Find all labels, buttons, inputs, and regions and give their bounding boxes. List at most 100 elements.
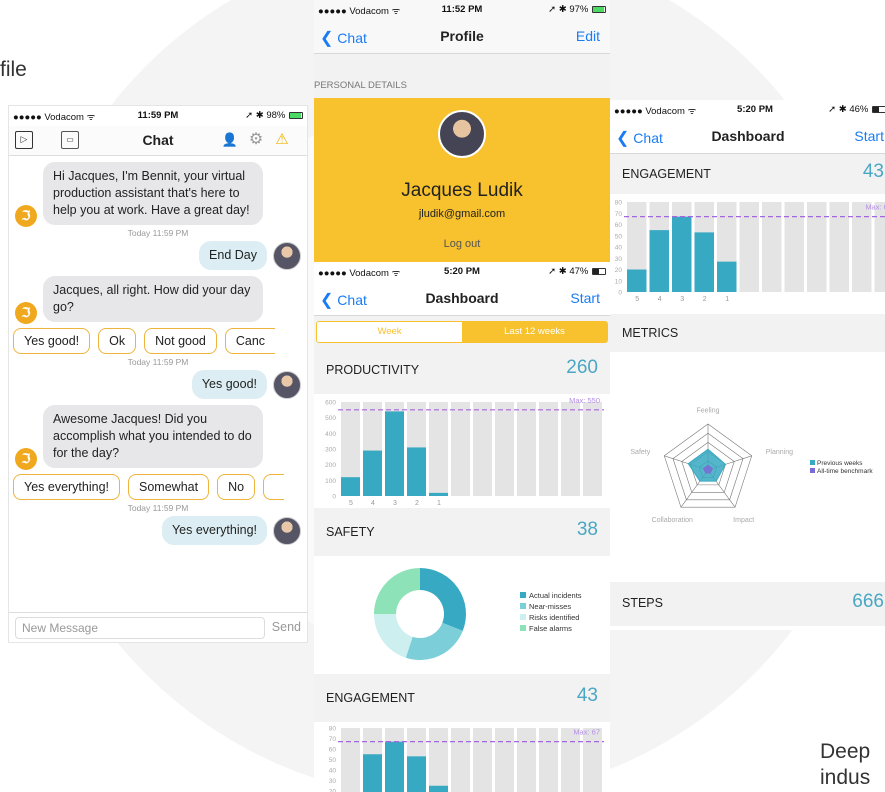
- avatar: [273, 516, 301, 545]
- y-tick-label: 20: [329, 789, 337, 792]
- warning-icon[interactable]: ⚠: [273, 131, 291, 149]
- period-segmented-control: Week Last 12 weeks: [316, 321, 608, 343]
- battery-text: ➚ ✱ 46%: [828, 104, 869, 115]
- tab-last-12-weeks[interactable]: Last 12 weeks: [462, 322, 607, 342]
- message-text: Hi Jacques, I'm Bennit, your virtual pro…: [53, 169, 250, 217]
- user-message: Yes everything!: [161, 516, 267, 545]
- bar: [429, 785, 448, 792]
- max-label: Max: 550: [569, 396, 600, 405]
- max-label: Max: 67: [865, 203, 885, 212]
- reply-yes-good[interactable]: Yes good!: [13, 328, 91, 354]
- legend-swatch: [520, 592, 526, 598]
- y-tick-label: 30: [615, 256, 623, 263]
- dashboard-screen: ●●●●● Vodacom ᯤ 5:20 PM ➚ ✱ 47% ❮ Chat D…: [314, 262, 610, 792]
- bar-slot: [517, 728, 536, 792]
- timestamp: Today 11:59 PM: [127, 357, 189, 367]
- battery-status: ➚ ✱ 46%: [828, 104, 885, 115]
- battery-text: ➚ ✱ 97%: [548, 4, 589, 15]
- productivity-chart-panel: 0 100 200 300 400 500 600 5 4 3 2 1 Max: 550: [314, 394, 610, 508]
- y-tick-label: 600: [325, 400, 336, 407]
- battery-text: ➚ ✱ 47%: [548, 266, 589, 277]
- y-tick-label: 400: [325, 431, 336, 438]
- x-tick-label: 3: [680, 296, 684, 303]
- dashboard-title: Dashboard: [425, 290, 499, 306]
- reply-more[interactable]: [263, 474, 285, 500]
- dashboard-title: Dashboard: [711, 128, 785, 144]
- donut-slice: [420, 568, 466, 631]
- y-tick-label: 70: [329, 736, 337, 743]
- battery-icon: [289, 111, 303, 119]
- bar-slot: [784, 202, 804, 292]
- profile-title: Profile: [440, 28, 484, 44]
- x-tick-label: 4: [371, 500, 375, 507]
- max-label: Max: 67: [573, 728, 600, 737]
- safety-value: 38: [576, 519, 598, 540]
- reply-no[interactable]: No: [217, 474, 256, 500]
- engagement-value: 43: [862, 161, 884, 182]
- bar-slot: [341, 728, 360, 792]
- tab-week[interactable]: Week: [317, 322, 462, 342]
- bar-slot: [762, 202, 782, 292]
- send-button[interactable]: Send: [272, 620, 301, 634]
- profile-photo: [438, 110, 486, 158]
- y-tick-label: 300: [325, 447, 336, 454]
- metrics-header[interactable]: METRICS: [610, 314, 885, 352]
- y-tick-label: 60: [615, 222, 623, 229]
- x-tick-label: 2: [703, 296, 707, 303]
- section-label-text: PERSONAL DETAILS: [314, 80, 407, 91]
- bar-slot: [451, 402, 470, 496]
- radar-axis-label: Planning: [766, 449, 793, 456]
- reply-yes-everything[interactable]: Yes everything!: [13, 474, 121, 500]
- battery-icon: [592, 267, 606, 275]
- bar: [717, 261, 737, 292]
- engagement-header[interactable]: ENGAGEMENT 43: [314, 674, 610, 722]
- status-bar: ●●●●● Vodacom ᯤ 5:20 PM ➚ ✱ 46%: [610, 100, 885, 120]
- engagement-header[interactable]: ENGAGEMENT 43: [610, 154, 885, 194]
- dashboard-screen-right: ●●●●● Vodacom ᯤ 5:20 PM ➚ ✱ 46% ❮ Chat D…: [610, 100, 885, 630]
- engagement-chart: 0102030405060708054321Max: 67: [329, 726, 604, 792]
- chat-screen: ●●●●● Vodacom ᯤ 11:59 PM ➚ ✱ 98% ▷ ▭ Cha…: [8, 105, 308, 643]
- y-tick-label: 500: [325, 415, 336, 422]
- metrics-radar-chart: Feeling Planning Impact Collaboration Safety…: [630, 407, 873, 524]
- user-message: End Day: [199, 241, 267, 270]
- quick-replies: Yes everything! Somewhat No: [13, 474, 301, 500]
- bar: [363, 450, 382, 496]
- background-left-text: file: [0, 58, 27, 81]
- person-icon[interactable]: 👤: [221, 131, 239, 149]
- bar-slot: [539, 728, 558, 792]
- bar: [341, 477, 360, 496]
- avatar: [273, 370, 301, 399]
- bar-slot: [829, 202, 849, 292]
- bar: [385, 741, 404, 792]
- steps-header[interactable]: STEPS 666: [610, 582, 885, 626]
- y-tick-label: 0: [332, 494, 336, 501]
- engagement-label: ENGAGEMENT: [326, 691, 415, 705]
- engagement-value: 43: [576, 685, 598, 706]
- gear-icon[interactable]: ⚙: [247, 131, 265, 149]
- bar: [407, 756, 426, 792]
- bar: [672, 216, 692, 292]
- donut-slice: [405, 622, 463, 660]
- donut-slice: [374, 568, 420, 614]
- logout-button[interactable]: Log out: [314, 238, 610, 250]
- start-button[interactable]: Start: [570, 290, 600, 306]
- section-label: PERSONAL DETAILS: [314, 54, 610, 96]
- x-tick-label: 1: [437, 500, 441, 507]
- legend-swatch: [810, 460, 815, 465]
- reply-somewhat[interactable]: Somewhat: [128, 474, 210, 500]
- edit-button[interactable]: Edit: [576, 28, 600, 44]
- user-message: Yes good!: [191, 370, 267, 399]
- safety-header[interactable]: SAFETY 38: [314, 508, 610, 556]
- quick-replies: Yes good! Ok Not good Canc: [13, 328, 301, 354]
- productivity-value: 260: [566, 357, 598, 378]
- reply-ok[interactable]: Ok: [98, 328, 137, 354]
- reply-cancel[interactable]: Canc: [224, 328, 276, 354]
- profile-card: Jacques Ludik jludik@gmail.com Log out: [314, 98, 610, 262]
- new-message-input[interactable]: New Message: [15, 617, 265, 639]
- reply-not-good[interactable]: Not good: [144, 328, 217, 354]
- engagement-chart-panel: 0102030405060708054321Max: 67: [314, 722, 610, 792]
- start-button[interactable]: Start: [854, 128, 884, 144]
- y-tick-label: 10: [615, 278, 623, 285]
- productivity-header[interactable]: PRODUCTIVITY 260: [314, 346, 610, 394]
- background-bottom-text-1: Deep: [820, 740, 871, 763]
